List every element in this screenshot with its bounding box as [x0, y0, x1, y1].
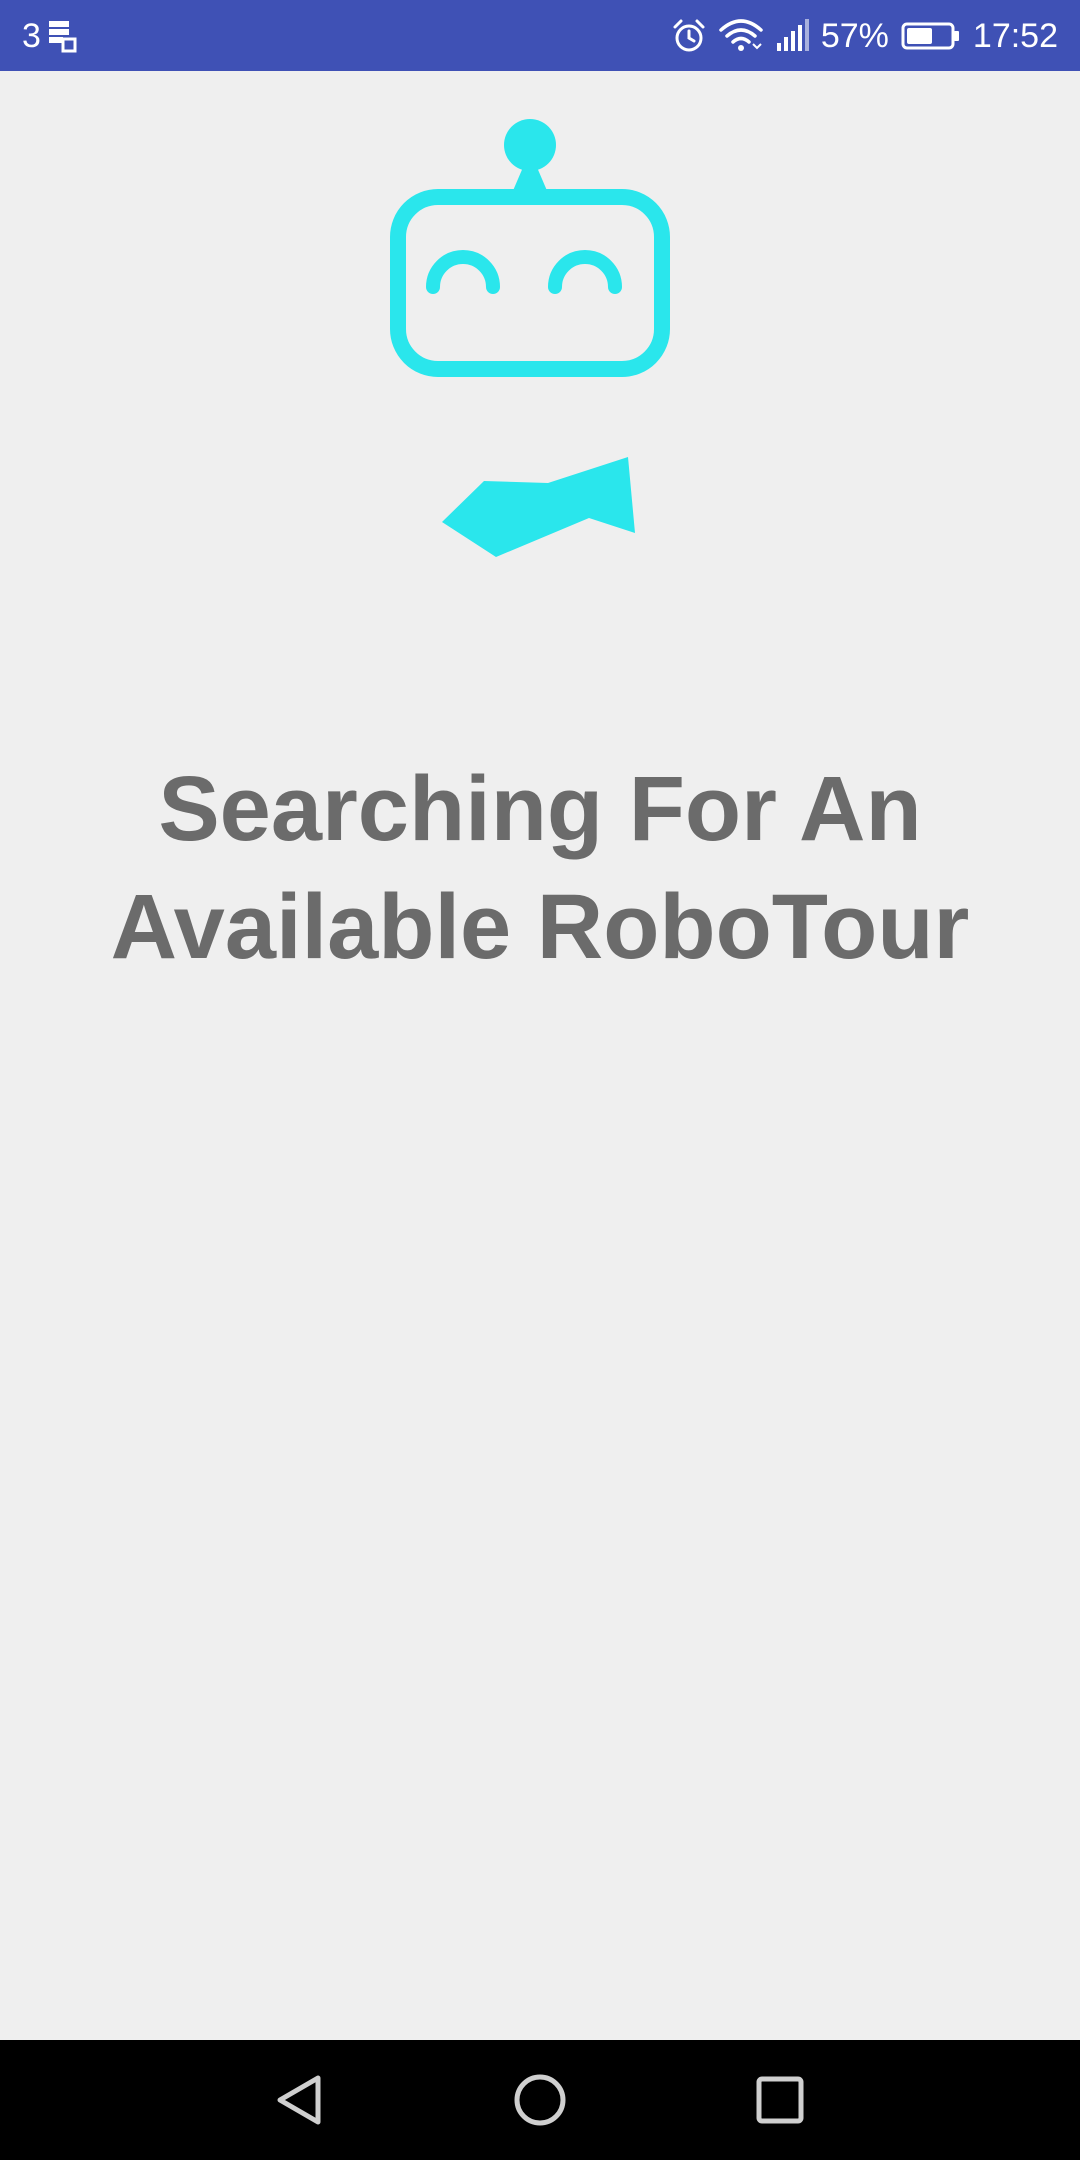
title-line-2: Available RoboTour [110, 876, 970, 978]
battery-percent: 57% [820, 16, 889, 55]
clock: 17:52 [972, 16, 1058, 55]
title-line-1: Searching For An [158, 758, 922, 860]
recents-icon [756, 2076, 804, 2124]
status-bar: 3 57% 17:52 [0, 0, 1080, 71]
signal-icon [775, 18, 809, 53]
status-left: 3 [22, 0, 77, 71]
alarm-icon [671, 18, 707, 54]
notification-stack-icon [47, 19, 77, 53]
navigation-bar [0, 2040, 1080, 2160]
recents-button[interactable] [750, 2070, 810, 2130]
back-button[interactable] [270, 2070, 330, 2130]
wifi-icon [719, 18, 763, 54]
home-button[interactable] [510, 2070, 570, 2130]
robotour-robot-logo [380, 115, 700, 565]
notification-count: 3 [22, 16, 41, 55]
screen: 3 57% 17:52 Searching For An Available R… [0, 0, 1080, 2160]
status-right: 57% 17:52 [671, 0, 1058, 71]
back-icon [277, 2075, 321, 2125]
home-icon [514, 2074, 566, 2126]
battery-icon [901, 21, 961, 51]
searching-title: Searching For An Available RoboTour [40, 750, 1040, 986]
